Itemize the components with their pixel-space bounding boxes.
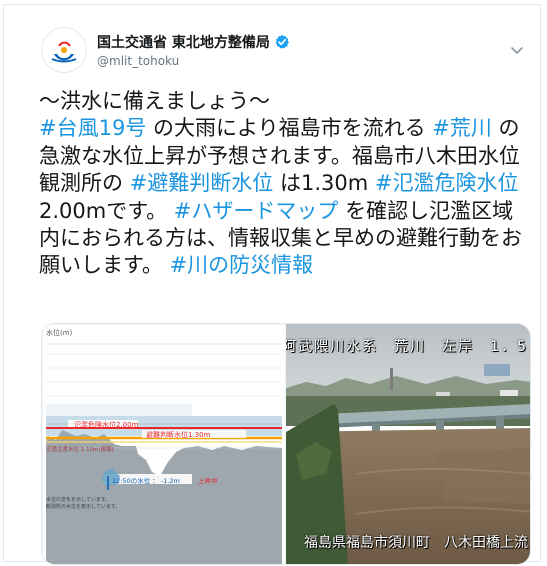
tweet-text-segment: は1.30m bbox=[273, 171, 375, 196]
verified-badge-icon bbox=[274, 34, 290, 50]
danger-level-label: 氾濫危険水位2.00m bbox=[74, 421, 139, 429]
hashtag-evacuation-level[interactable]: #避難判断水位 bbox=[130, 171, 274, 195]
tweet-text-segment: の大雨により福島市を流れる bbox=[146, 116, 433, 141]
chart-corner-label: 水位(m) bbox=[46, 329, 73, 337]
caution-level-label: 氾濫注意水位 1.10m(速報) bbox=[46, 447, 114, 453]
water-level-chart-image[interactable]: 水位(m) 氾濫危険水位2.00m 避難判断水位1.30m 氾濫注意水位 1.1… bbox=[42, 324, 286, 564]
tweet-text-segment: 2.00mです。 bbox=[39, 198, 174, 223]
account-name-row: 国土交通省 東北地方整備局 bbox=[97, 32, 290, 52]
tweet-line-1: ～洪水に備えましょう～ bbox=[39, 89, 270, 113]
tweet-text: ～洪水に備えましょう～ #台風19号 の大雨により福島市を流れる #荒川 の急激な… bbox=[39, 88, 527, 280]
camera-location-bottom-label: 福島県福島市須川町 八木田橋上流 bbox=[304, 535, 528, 551]
river-camera-photo[interactable]: 阿武隈川水系 荒川 左岸 1．5 福島県福島市須川町 八木田橋上流 bbox=[286, 324, 530, 564]
tweet-media[interactable]: 水位(m) 氾濫危険水位2.00m 避難判断水位1.30m 氾濫注意水位 1.1… bbox=[41, 323, 531, 565]
mlit-logo-icon[interactable] bbox=[41, 27, 87, 73]
hashtag-flood-danger-level[interactable]: #氾濫危険水位 bbox=[375, 171, 519, 195]
account-handle[interactable]: @mlit_tohoku bbox=[97, 54, 179, 68]
chart-footnote: 水位の変化を示しています。 bbox=[46, 497, 111, 503]
hashtag-hazard-map[interactable]: #ハザードマップ bbox=[174, 199, 339, 223]
hashtag-arakawa[interactable]: #荒川 bbox=[432, 116, 492, 140]
trend-label: 上昇中 bbox=[198, 477, 218, 485]
camera-location-top-label: 阿武隈川水系 荒川 左岸 1．5 bbox=[286, 339, 528, 355]
hashtag-typhoon[interactable]: #台風19号 bbox=[39, 116, 146, 140]
tweet-card: 国土交通省 東北地方整備局 @mlit_tohoku ～洪水に備えましょう～ #台… bbox=[3, 4, 541, 565]
evacuation-level-label: 避難判断水位1.30m bbox=[146, 431, 211, 439]
account-name[interactable]: 国土交通省 東北地方整備局 bbox=[97, 32, 270, 52]
chevron-down-icon[interactable] bbox=[508, 43, 526, 57]
current-level-label: 12:50の水位 ： -1.2m bbox=[112, 477, 180, 485]
hashtag-river-disaster-info[interactable]: #川の防災情報 bbox=[170, 253, 314, 277]
chart-footnote: 観測所の水位を表示しています。 bbox=[46, 504, 121, 510]
